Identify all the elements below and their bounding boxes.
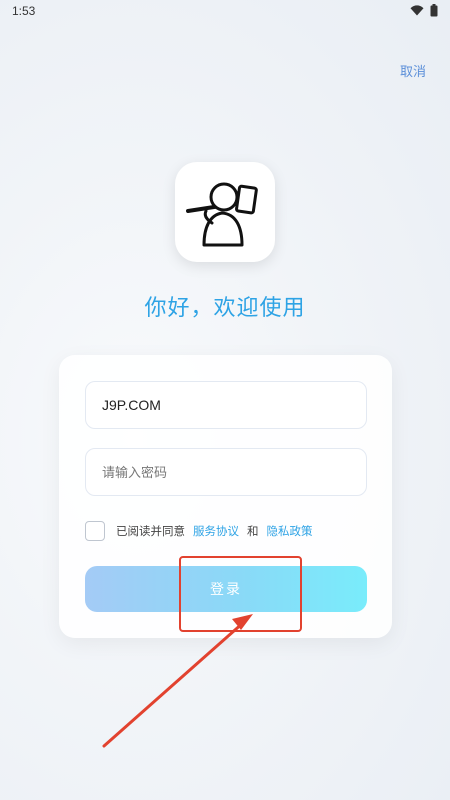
terms-link[interactable]: 服务协议: [193, 523, 239, 539]
username-input[interactable]: [102, 397, 350, 413]
login-card: 已阅读并同意 服务协议 和 隐私政策 登录: [59, 355, 392, 638]
password-field[interactable]: [85, 448, 367, 496]
privacy-link[interactable]: 隐私政策: [267, 523, 313, 539]
password-input[interactable]: [102, 464, 350, 480]
welcome-title: 你好，欢迎使用: [144, 296, 306, 321]
app-logo: [175, 162, 275, 262]
cancel-button[interactable]: 取消: [400, 61, 426, 80]
login-button[interactable]: 登录: [85, 566, 367, 612]
username-field[interactable]: [85, 381, 367, 429]
status-time: 1:53: [12, 4, 36, 18]
agreement-and: 和: [247, 524, 259, 538]
wifi-icon: [410, 5, 424, 16]
agreement-row: 已阅读并同意 服务协议 和 隐私政策: [85, 520, 313, 542]
battery-icon: [430, 4, 438, 17]
status-icons: [410, 4, 438, 17]
worker-with-hammer-logo: [186, 182, 258, 247]
agreement-prefix: 已阅读并同意: [116, 524, 185, 538]
agreement-checkbox[interactable]: [85, 521, 105, 541]
status-bar: 1:53: [0, 0, 450, 22]
